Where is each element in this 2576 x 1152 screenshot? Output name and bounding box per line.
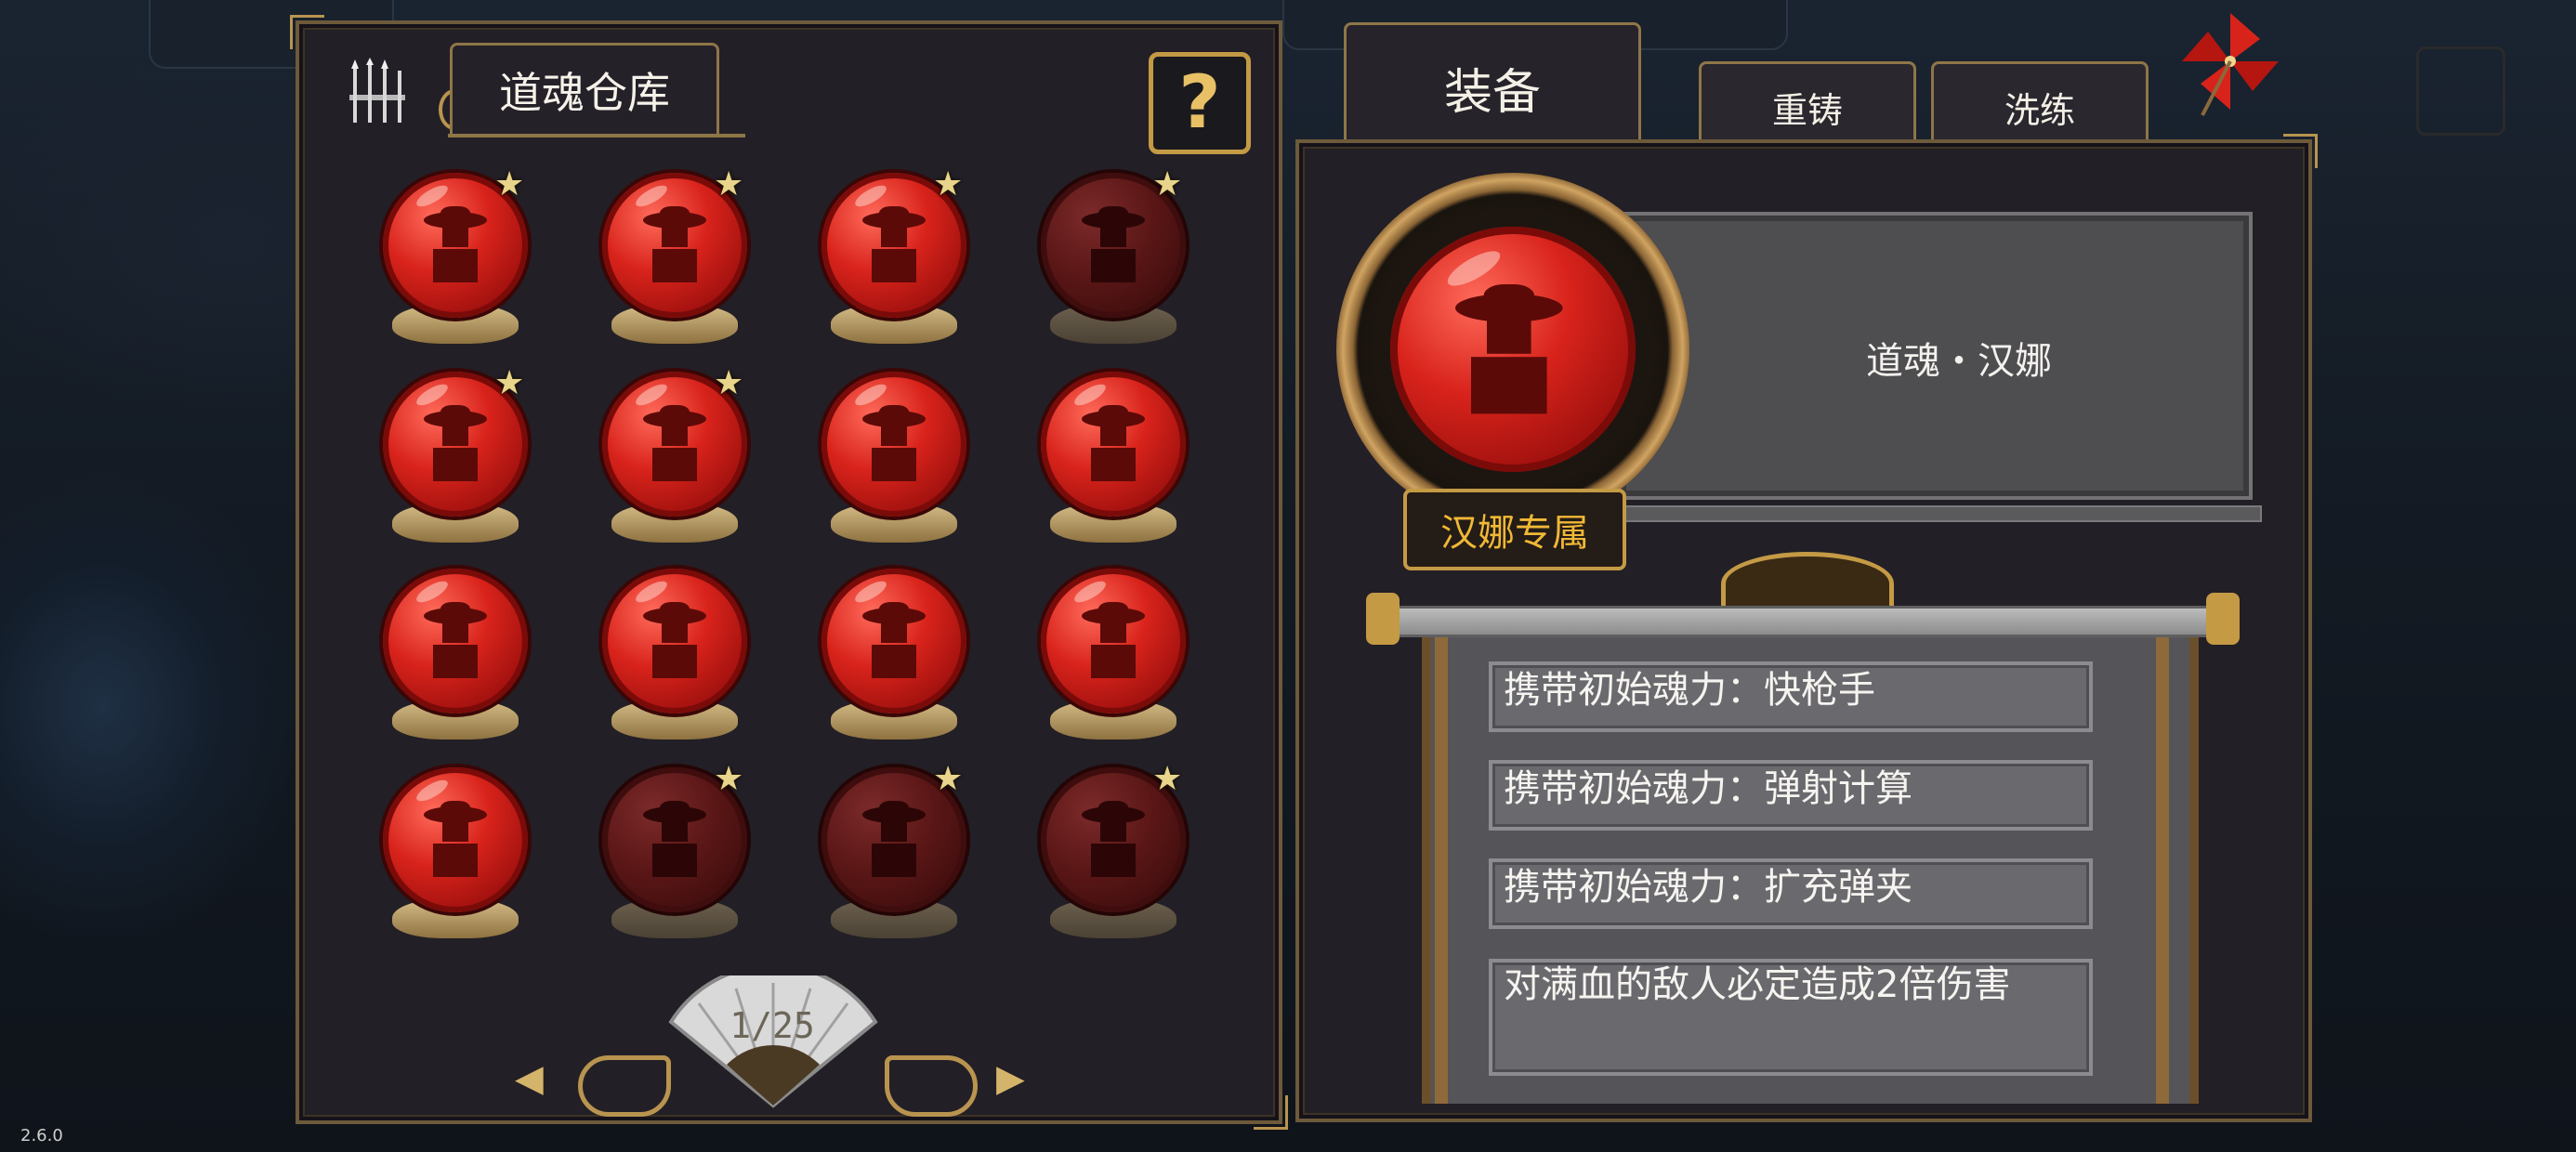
character-silhouette-icon [1082, 801, 1145, 879]
character-silhouette-icon [424, 405, 487, 483]
character-silhouette-icon [643, 602, 706, 680]
panel-corner-ornament [1254, 1095, 1288, 1130]
character-silhouette-icon [1082, 602, 1145, 680]
name-board-bar [1617, 505, 2262, 522]
soul-slot[interactable]: ★ [372, 165, 539, 359]
soul-slot[interactable] [810, 569, 978, 754]
character-silhouette-icon [643, 801, 706, 879]
character-silhouette-icon [424, 206, 487, 284]
scroll-rod-cap [1366, 593, 1400, 645]
star-icon: ★ [933, 165, 964, 203]
tab-equip[interactable]: 装备 [1344, 22, 1641, 152]
scroll-rod-cap [2206, 593, 2240, 645]
star-icon: ★ [933, 760, 964, 798]
panel-corner-ornament [2283, 134, 2318, 168]
next-page-arrow-icon[interactable]: ▶ [996, 1057, 1025, 1100]
spear-rack-icon [349, 58, 405, 123]
soul-slot[interactable] [1030, 372, 1197, 557]
soul-orb-icon [383, 569, 528, 713]
character-silhouette-icon [862, 206, 926, 284]
scroll-rod [1372, 606, 2240, 637]
attribute-line: 对满血的敌人必定造成2倍伤害 [1489, 959, 2093, 1076]
character-silhouette-icon [862, 602, 926, 680]
help-button[interactable]: ? [1149, 52, 1251, 154]
character-silhouette-icon [643, 206, 706, 284]
soul-orb-icon [1041, 569, 1186, 713]
character-silhouette-icon [1082, 405, 1145, 483]
soul-slot[interactable]: ★ [591, 165, 758, 359]
soul-slot[interactable]: ★ [1030, 760, 1197, 953]
star-icon: ★ [494, 165, 525, 203]
version-label: 2.6.0 [20, 1126, 63, 1145]
soul-orb-icon [821, 372, 966, 517]
soul-orb-icon [383, 767, 528, 912]
star-icon: ★ [1152, 760, 1183, 798]
attribute-line: 携带初始魂力：扩充弹夹 [1489, 858, 2093, 929]
soul-slot[interactable] [372, 569, 539, 754]
soul-orb-icon [821, 569, 966, 713]
attribute-line: 携带初始魂力：弹射计算 [1489, 760, 2093, 831]
soul-name: 道魂・汉娜 [1866, 340, 2052, 383]
character-silhouette-icon [424, 602, 487, 680]
soul-orb-icon [602, 569, 747, 713]
soul-warehouse-panel: 道魂仓库 ? ★ ★ ★ ★ ★ ★ ★ ★ ★ ◀ 1/25 ▶ [290, 15, 1288, 1130]
soul-orb-icon [1041, 372, 1186, 517]
warehouse-title: 道魂仓库 [450, 43, 719, 137]
cloud-ornament-left [578, 1055, 671, 1117]
soul-slot[interactable]: ★ [372, 364, 539, 557]
exclusive-badge: 汉娜专属 [1403, 489, 1626, 570]
scroll-edge [1435, 632, 1448, 1104]
selected-soul-orb [1390, 227, 1636, 472]
prev-page-arrow-icon[interactable]: ◀ [515, 1057, 544, 1100]
character-silhouette-icon [862, 801, 926, 879]
panel-corner-ornament [290, 15, 324, 49]
character-silhouette-icon [1082, 206, 1145, 284]
soul-slot[interactable]: ★ [591, 760, 758, 953]
soul-slot[interactable] [591, 569, 758, 754]
cloud-ornament-right [885, 1055, 978, 1117]
character-silhouette-icon [1455, 284, 1563, 417]
soul-slot[interactable] [372, 767, 539, 953]
star-icon: ★ [494, 364, 525, 402]
soul-slot[interactable] [1030, 569, 1197, 754]
pinwheel-icon [2182, 13, 2279, 116]
background-icon [2416, 46, 2505, 136]
soul-slot[interactable]: ★ [1030, 165, 1197, 359]
character-silhouette-icon [862, 405, 926, 483]
attribute-line: 携带初始魂力：快枪手 [1489, 661, 2093, 732]
soul-slot[interactable]: ★ [810, 165, 978, 359]
star-icon: ★ [714, 364, 744, 402]
character-silhouette-icon [424, 801, 487, 879]
character-silhouette-icon [643, 405, 706, 483]
soul-grid: ★ ★ ★ ★ ★ ★ ★ ★ ★ [372, 165, 1186, 990]
star-icon: ★ [1152, 165, 1183, 203]
scroll-edge [2156, 632, 2169, 1104]
star-icon: ★ [714, 165, 744, 203]
soul-slot[interactable]: ★ [591, 364, 758, 557]
star-icon: ★ [714, 760, 744, 798]
soul-slot[interactable]: ★ [810, 760, 978, 953]
soul-slot[interactable] [810, 372, 978, 557]
page-indicator: 1/25 [729, 1005, 815, 1046]
title-underline [448, 134, 745, 137]
